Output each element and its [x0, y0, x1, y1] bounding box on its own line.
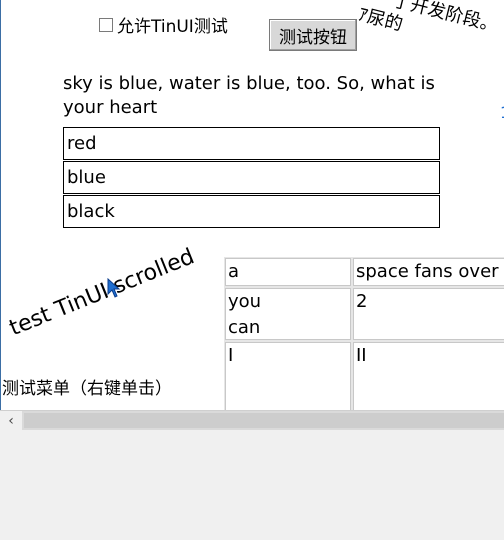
table-cell[interactable]: you can: [224, 287, 352, 341]
choice-red[interactable]: red: [63, 127, 440, 160]
checkbox-label: 允许TinUI测试: [117, 17, 228, 37]
question-text: sky is blue, water is blue, too. So, wha…: [63, 73, 435, 118]
side-marker: 1: [500, 103, 504, 122]
scroll-canvas[interactable]: ｱ尿的 了开发阶段。 允许TinUI测试 测试按钮 1 sky is blue,…: [0, 0, 504, 410]
choice-black[interactable]: black: [63, 195, 440, 228]
context-menu-hint[interactable]: 测试菜单（右键单击）: [2, 374, 172, 399]
rotated-top-text-line2: 了开发阶段。: [390, 0, 501, 37]
allow-tinui-test-checkbox[interactable]: 允许TinUI测试: [99, 12, 228, 37]
horizontal-scrollbar[interactable]: ‹: [0, 410, 504, 430]
rotated-scroll-label: test TinUI scrolled: [6, 244, 198, 342]
rotated-top-text: ｱ尿的 了开发阶段。: [349, 0, 504, 76]
choice-blue[interactable]: blue: [63, 161, 440, 194]
checkbox-box-icon[interactable]: [99, 17, 113, 32]
table-cell[interactable]: I: [224, 341, 352, 410]
table-cell[interactable]: II: [352, 341, 504, 410]
scroll-left-arrow-icon[interactable]: ‹: [0, 411, 22, 430]
table-cell[interactable]: space fans over: [352, 257, 504, 287]
table-cell[interactable]: 2: [352, 287, 504, 341]
scrollbar-thumb[interactable]: [24, 413, 504, 428]
table-cell[interactable]: a: [224, 257, 352, 287]
test-button[interactable]: 测试按钮: [269, 19, 357, 51]
mouse-pointer-icon: [107, 278, 121, 298]
